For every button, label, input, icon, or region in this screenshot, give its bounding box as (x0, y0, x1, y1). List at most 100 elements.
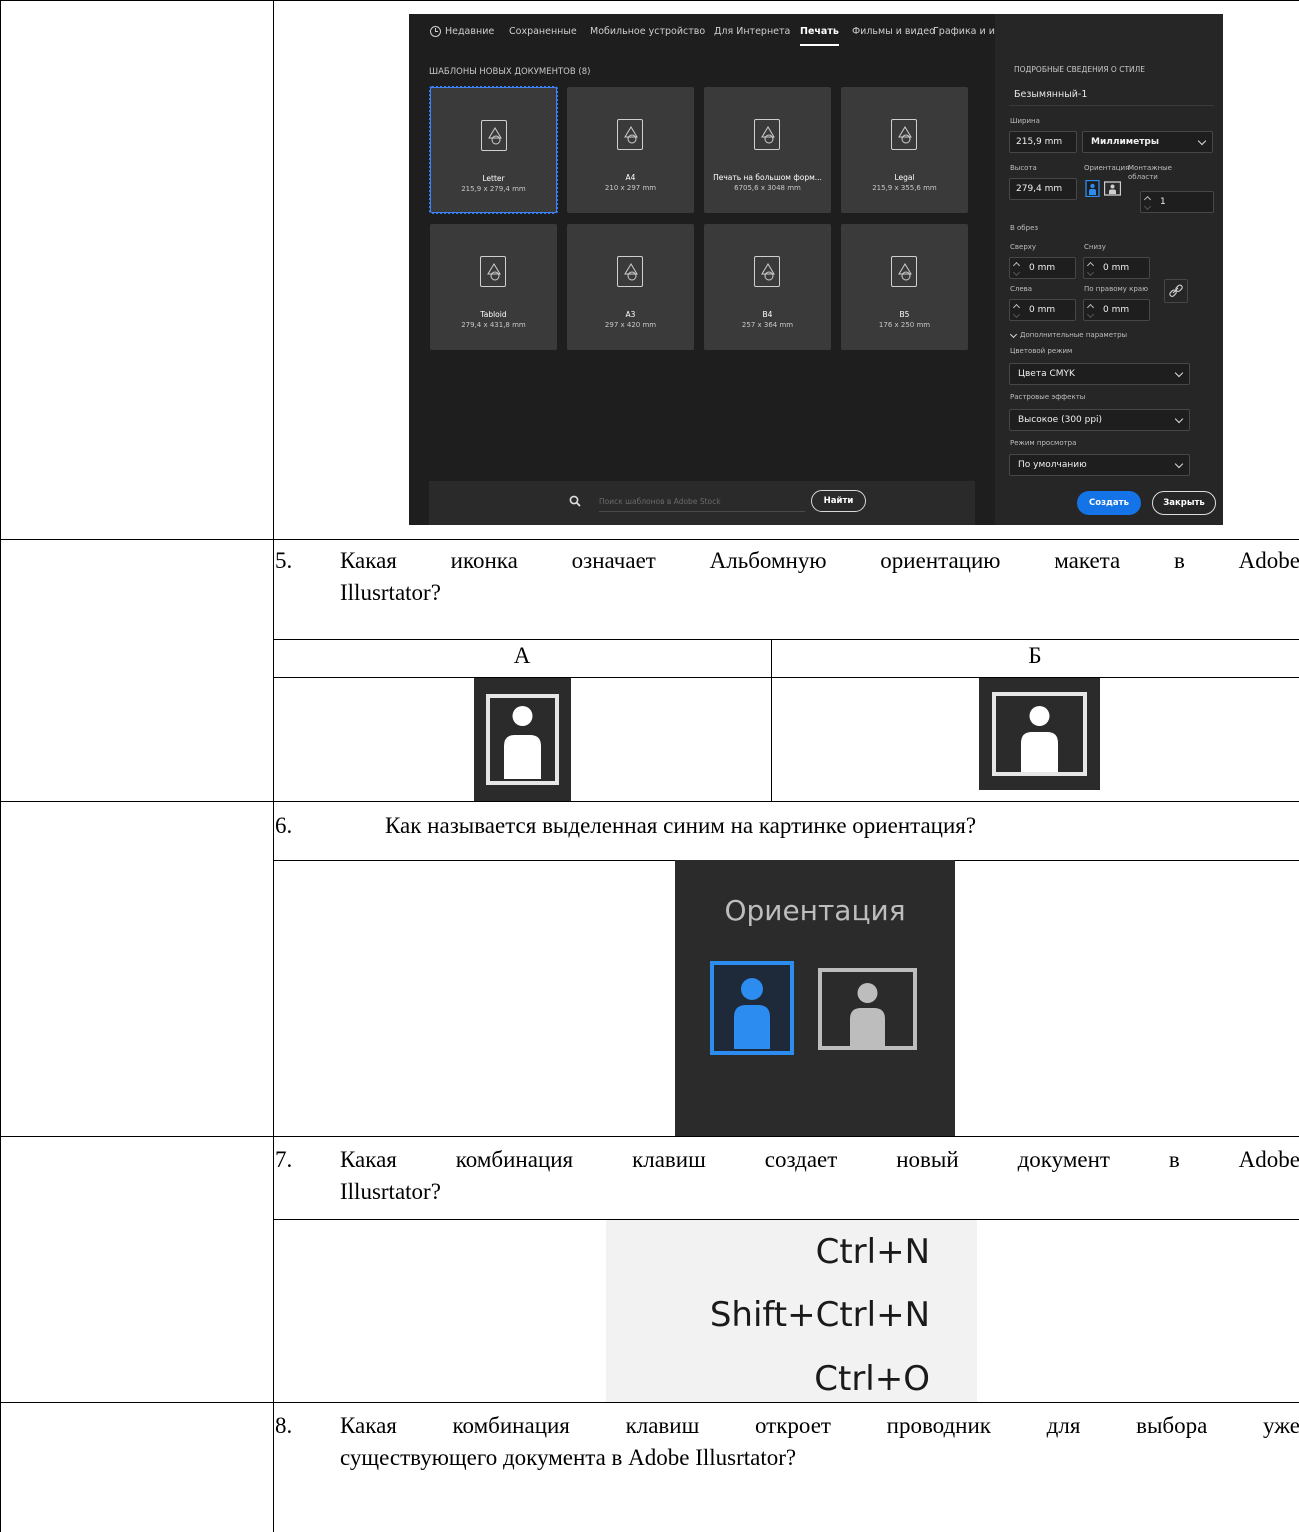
template-name: A3 (625, 310, 636, 319)
answer-option-a-label: А (513, 643, 531, 668)
advanced-options-label: Дополнительные параметры (1020, 331, 1128, 339)
shortcut-open: Ctrl+O (814, 1359, 930, 1399)
orientation-label: Ориентация (1084, 164, 1130, 172)
template-size: 176 x 250 mm (878, 321, 931, 329)
chevron-down-icon (1197, 136, 1207, 146)
template-name: Печать на большом форм... (713, 173, 822, 182)
document-template-icon (617, 256, 643, 287)
landscape-icon (818, 968, 917, 1050)
bleed-label: В обрез (1010, 224, 1039, 232)
artboards-stepper[interactable]: 1 (1140, 191, 1214, 213)
height-label: Высота (1010, 164, 1037, 172)
template-card-legal[interactable]: Legal 215,9 x 355,6 mm (841, 87, 968, 213)
stepper-arrows[interactable] (1013, 303, 1021, 317)
template-size: 297 x 420 mm (604, 321, 657, 329)
tab-web[interactable]: Для Интернета (714, 26, 790, 37)
tab-saved[interactable]: Сохраненные (509, 26, 577, 37)
shortcut-new-from-template: Shift+Ctrl+N (709, 1295, 930, 1335)
tab-mobile[interactable]: Мобильное устройство (590, 26, 705, 37)
row-divider (273, 677, 1299, 678)
document-template-icon (891, 256, 917, 287)
bleed-bottom-value: 0 mm (1103, 263, 1130, 273)
portrait-orientation-button[interactable] (1084, 180, 1101, 197)
stock-search-input[interactable]: Поиск шаблонов в Adobe Stock (599, 492, 805, 512)
create-button[interactable]: Создать (1077, 491, 1141, 515)
template-name: Tabloid (480, 310, 507, 319)
divider (1009, 105, 1214, 106)
portrait-orientation-image (474, 678, 571, 801)
template-size: 257 x 364 mm (741, 321, 794, 329)
template-size: 215,9 x 279,4 mm (461, 185, 526, 193)
table-border-left (0, 0, 1, 1532)
portrait-icon (486, 694, 559, 785)
question-text-line-1: Какая комбинация клавиш откроет проводни… (340, 1413, 1299, 1438)
row-divider (0, 539, 1299, 540)
chevron-down-icon (1174, 368, 1184, 378)
stepper-arrows[interactable] (1013, 261, 1021, 275)
preset-tabs: Недавние Сохраненные Мобильное устройств… (409, 14, 1056, 54)
tab-film-video[interactable]: Фильмы и видео (852, 26, 935, 37)
preset-details-panel: ПОДРОБНЫЕ СВЕДЕНИЯ О СТИЛЕ Безымянный-1 … (995, 14, 1223, 525)
templates-section-title: ШАБЛОНЫ НОВЫХ ДОКУМЕНТОВ (8) (429, 67, 591, 77)
row-divider (0, 801, 1299, 802)
answer-option-b-label: Б (1028, 643, 1042, 668)
link-icon (1169, 284, 1183, 297)
portrait-selected-icon (710, 961, 794, 1055)
bleed-right-value: 0 mm (1103, 305, 1130, 315)
template-card-a4[interactable]: A4 210 x 297 mm (567, 87, 694, 213)
document-name-field[interactable]: Безымянный-1 (1014, 89, 1087, 100)
bleed-left-label: Слева (1010, 285, 1033, 293)
question-number: 7. (275, 1147, 293, 1172)
bleed-left-value: 0 mm (1029, 305, 1056, 315)
bleed-right-label: По правому краю (1084, 285, 1148, 293)
stepper-arrows[interactable] (1087, 261, 1095, 275)
template-card-b5[interactable]: B5 176 x 250 mm (841, 224, 968, 350)
row-divider (273, 639, 1299, 640)
template-name: A4 (625, 173, 636, 182)
orientation-zoomed-image: Ориентация (675, 860, 955, 1136)
close-button[interactable]: Закрыть (1152, 491, 1216, 515)
find-button[interactable]: Найти (811, 490, 866, 512)
stepper-arrows[interactable] (1087, 303, 1095, 317)
shortcut-new: Ctrl+N (815, 1232, 930, 1272)
document-template-icon (617, 119, 643, 150)
artboards-label: Монтажные области (1128, 164, 1172, 181)
illustrator-new-document-dialog: Недавние Сохраненные Мобильное устройств… (409, 14, 1223, 525)
template-name: Letter (482, 174, 505, 183)
bleed-top-stepper[interactable]: 0 mm (1009, 257, 1076, 279)
template-card-tabloid[interactable]: Tabloid 279,4 x 431,8 mm (430, 224, 557, 350)
chevron-down-icon (1174, 459, 1184, 469)
bleed-bottom-stepper[interactable]: 0 mm (1083, 257, 1150, 279)
raster-effects-select[interactable]: Высокое (300 ppi) (1009, 409, 1190, 431)
clock-icon (430, 26, 441, 37)
bleed-bottom-label: Снизу (1084, 243, 1106, 251)
search-icon (569, 495, 581, 507)
tab-print[interactable]: Печать (800, 26, 839, 46)
landscape-orientation-button[interactable] (1104, 180, 1121, 197)
document-page: Недавние Сохраненные Мобильное устройств… (0, 0, 1299, 1532)
stepper-arrows[interactable] (1144, 195, 1152, 209)
template-card-letter[interactable]: Letter 215,9 x 279,4 mm (429, 86, 558, 214)
tab-recent[interactable]: Недавние (445, 26, 494, 37)
template-card-large-format[interactable]: Печать на большом форм... 6705,6 x 3048 … (704, 87, 831, 213)
width-input[interactable]: 215,9 mm (1009, 131, 1077, 153)
template-name: B5 (899, 310, 910, 319)
preview-mode-label: Режим просмотра (1010, 439, 1077, 447)
template-card-b4[interactable]: B4 257 x 364 mm (704, 224, 831, 350)
answer-column-divider (771, 639, 772, 802)
raster-effects-value: Высокое (300 ppi) (1018, 415, 1103, 425)
width-label: Ширина (1010, 117, 1040, 125)
link-bleed-button[interactable] (1164, 279, 1188, 303)
bleed-right-stepper[interactable]: 0 mm (1083, 299, 1150, 321)
document-template-icon (754, 256, 780, 287)
bleed-left-stepper[interactable]: 0 mm (1009, 299, 1076, 321)
height-input[interactable]: 279,4 mm (1009, 178, 1077, 200)
preview-mode-value: По умолчанию (1018, 460, 1087, 470)
color-mode-select[interactable]: Цвета CMYK (1009, 363, 1190, 385)
template-size: 215,9 x 355,6 mm (872, 184, 937, 192)
template-card-a3[interactable]: A3 297 x 420 mm (567, 224, 694, 350)
preview-mode-select[interactable]: По умолчанию (1009, 454, 1190, 476)
question-text-line-2: существующего документа в Adobe Illusrta… (340, 1445, 797, 1470)
question-text-line-2: Illusrtator? (340, 580, 441, 605)
units-select[interactable]: Миллиметры (1082, 131, 1213, 153)
